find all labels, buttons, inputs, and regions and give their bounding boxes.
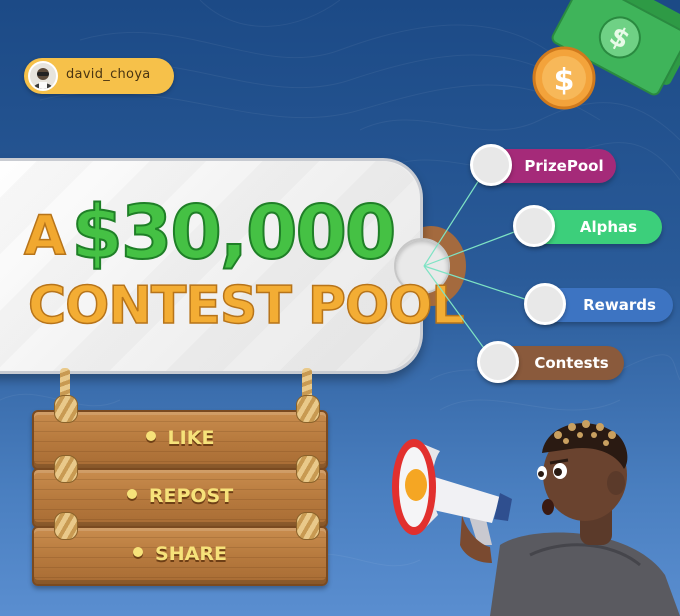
promo-canvas: $ $ david_choya A $30,000 CONTEST POOL P…	[0, 0, 680, 616]
rope-knot-icon	[54, 512, 78, 540]
bullet-icon	[145, 431, 156, 441]
bullet-icon	[133, 547, 144, 557]
category-label: PrizePool	[524, 157, 604, 175]
circle-icon	[524, 283, 566, 325]
category-label: Contests	[534, 354, 609, 372]
rope-knot-icon	[54, 395, 78, 423]
category-pill-rewards[interactable]: Rewards	[524, 283, 673, 325]
sign-item-like: LIKE	[167, 427, 215, 449]
category-pill-contests[interactable]: Contests	[477, 341, 624, 383]
rope-knot-icon	[296, 395, 320, 423]
person-with-megaphone-illustration	[392, 420, 680, 616]
rope-knot-icon	[54, 455, 78, 483]
bullet-icon	[126, 489, 137, 499]
category-pill-alphas[interactable]: Alphas	[513, 205, 662, 247]
sign-item-repost: REPOST	[148, 485, 234, 507]
sign-item-share: SHARE	[155, 543, 227, 565]
rope-knot-icon	[296, 512, 320, 540]
circle-icon	[513, 205, 555, 247]
rope-knot-icon	[296, 455, 320, 483]
circle-icon	[477, 341, 519, 383]
category-pill-prizepool[interactable]: PrizePool	[470, 144, 616, 186]
category-label: Rewards	[583, 296, 656, 314]
circle-icon	[470, 144, 512, 186]
category-label: Alphas	[579, 218, 638, 236]
